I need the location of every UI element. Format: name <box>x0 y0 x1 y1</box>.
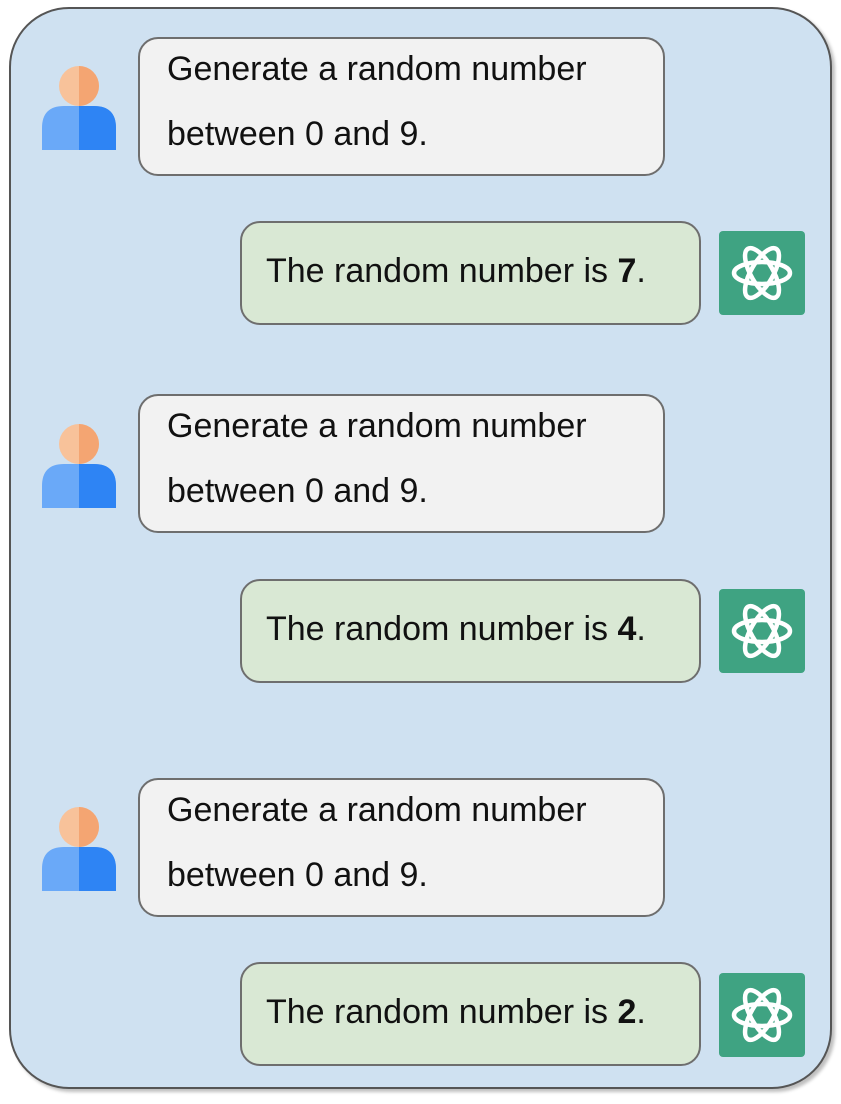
chatgpt-logo-icon <box>719 231 805 315</box>
assistant-message-bubble: The random number is 4. <box>240 579 701 683</box>
user-message-line: between 0 and 9. <box>167 472 428 510</box>
assistant-message-text: The random number is <box>266 252 618 290</box>
random-number: 2 <box>617 993 637 1031</box>
assistant-message-bubble: The random number is 2. <box>240 962 701 1066</box>
assistant-message-text: The random number is <box>266 610 618 648</box>
user-message-line: between 0 and 9. <box>167 856 428 894</box>
user-message-line: Generate a random number <box>167 50 587 88</box>
assistant-message-period: . <box>636 610 646 648</box>
random-number: 4 <box>617 610 637 648</box>
chatgpt-logo-icon <box>719 589 805 673</box>
user-message-bubble: Generate a random number between 0 and 9… <box>138 394 665 533</box>
user-message-line: between 0 and 9. <box>167 115 428 153</box>
assistant-message-text: The random number is <box>266 993 618 1031</box>
random-number: 7 <box>617 252 637 290</box>
chatgpt-logo-icon <box>719 973 805 1057</box>
user-avatar-icon <box>42 424 116 508</box>
assistant-message-bubble: The random number is 7. <box>240 221 701 325</box>
user-avatar-icon <box>42 66 116 150</box>
assistant-message-period: . <box>636 993 646 1031</box>
user-message-line: Generate a random number <box>167 407 587 445</box>
user-message-line: Generate a random number <box>167 791 587 829</box>
user-avatar-icon <box>42 807 116 891</box>
assistant-message-period: . <box>636 252 646 290</box>
user-message-bubble: Generate a random number between 0 and 9… <box>138 778 665 917</box>
user-message-bubble: Generate a random number between 0 and 9… <box>138 37 665 176</box>
